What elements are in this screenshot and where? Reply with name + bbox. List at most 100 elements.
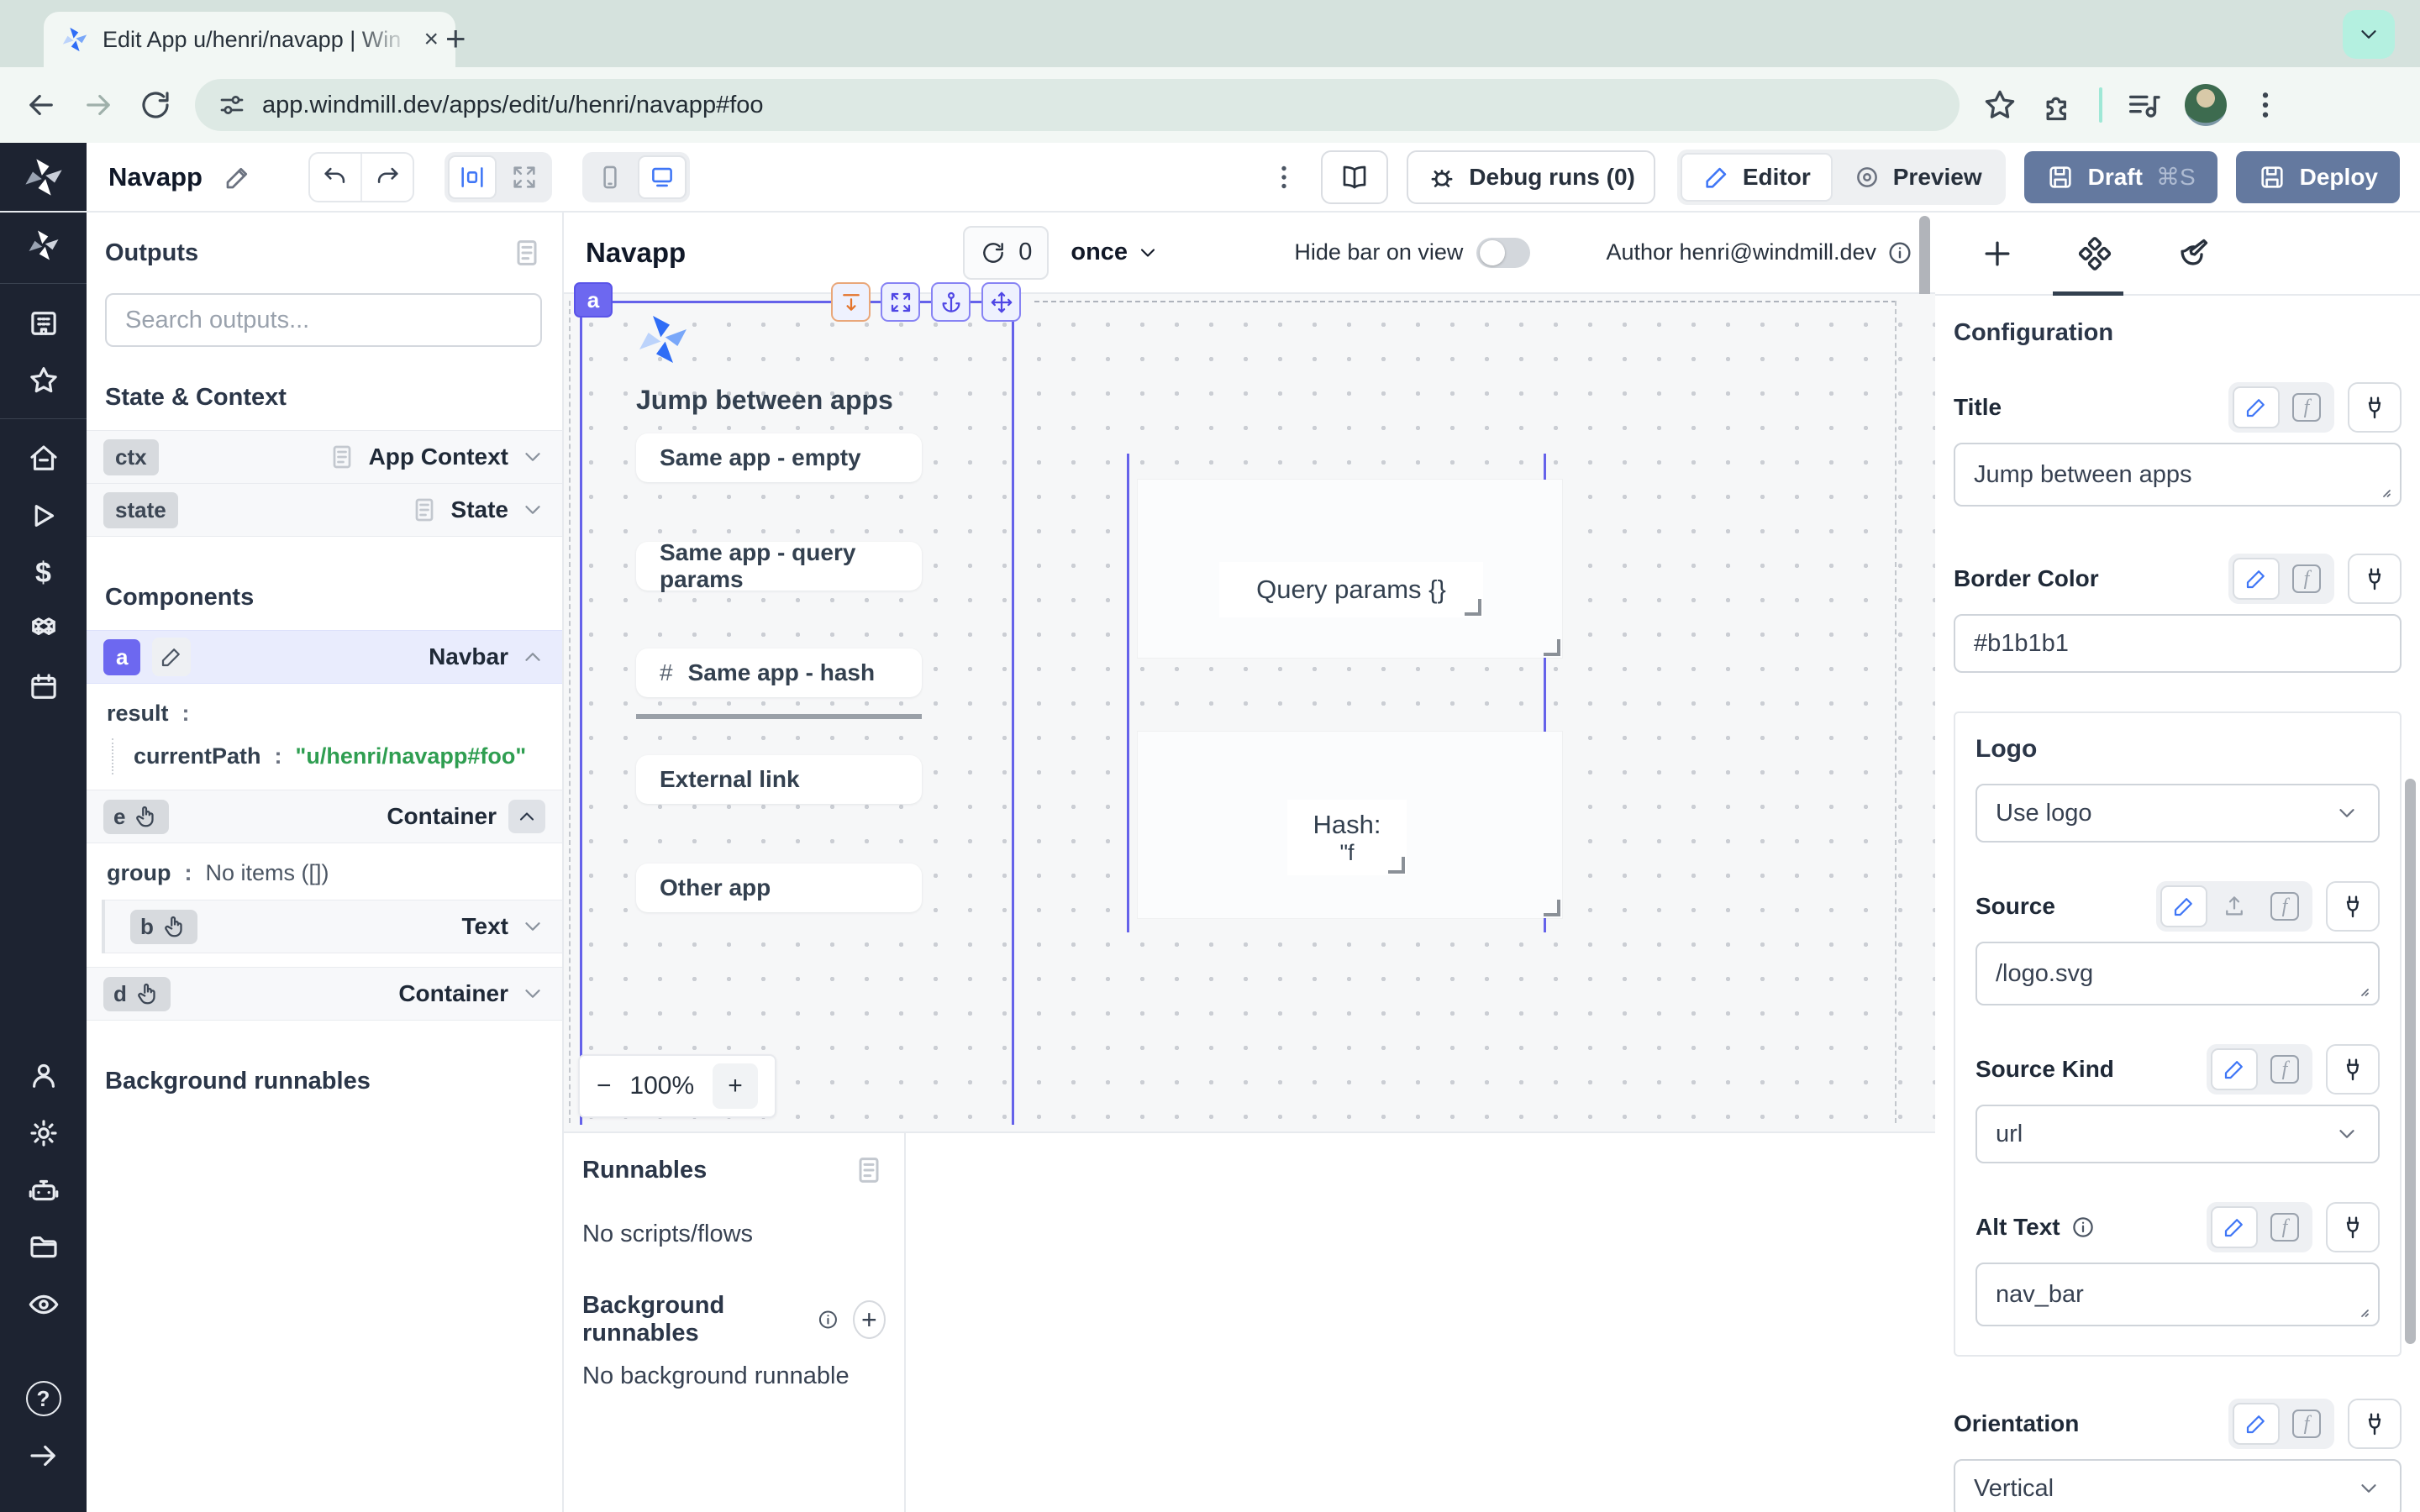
fx-button[interactable]: f (2283, 558, 2330, 600)
component-d-badge[interactable]: d (103, 977, 171, 1011)
users-person-icon[interactable] (26, 1058, 61, 1094)
title-input[interactable]: Jump between apps (1954, 443, 2402, 507)
workers-robot-icon[interactable] (26, 1173, 61, 1208)
container-d[interactable]: Hash: "f (1138, 732, 1562, 918)
windmill-home-icon[interactable] (26, 228, 61, 263)
chevron-down-icon[interactable] (520, 914, 545, 939)
undo-button[interactable] (310, 154, 360, 201)
styling-tab[interactable] (2174, 235, 2211, 272)
resize-handle[interactable] (1544, 900, 1560, 916)
docs-button[interactable] (1321, 150, 1388, 204)
source-input[interactable]: /logo.svg (1975, 942, 2380, 1005)
apps-building-icon[interactable] (26, 306, 61, 341)
upload-button[interactable] (2211, 885, 2258, 927)
nav-link-empty[interactable]: Same app - empty (636, 433, 922, 482)
bookmark-star-icon[interactable] (1981, 87, 2018, 123)
back-icon[interactable] (24, 87, 59, 123)
edit-id-pencil-icon[interactable] (152, 638, 191, 676)
component-e-badge[interactable]: e (103, 800, 169, 834)
refresh-counter[interactable]: 0 (963, 226, 1049, 280)
help-icon[interactable]: ? (26, 1381, 61, 1416)
mobile-view-button[interactable] (586, 155, 634, 199)
favorites-star-icon[interactable] (26, 363, 61, 398)
zoom-in-button[interactable]: + (713, 1063, 758, 1109)
avatar[interactable] (2185, 84, 2227, 126)
current-path-row[interactable]: currentPath : "u/henri/navapp#foo" (134, 743, 542, 769)
nav-link-external[interactable]: External link (636, 755, 922, 804)
component-b-badge[interactable]: b (130, 910, 197, 944)
centered-layout-button[interactable] (448, 155, 497, 199)
settings-tab[interactable] (2076, 235, 2113, 272)
static-pencil-button[interactable] (2211, 1048, 2258, 1090)
chevron-up-icon[interactable] (520, 644, 545, 669)
fx-button[interactable]: f (2283, 386, 2330, 428)
alt-text-input[interactable]: nav_bar (1975, 1263, 2380, 1326)
expand-down-button[interactable] (831, 282, 871, 322)
audit-eye-icon[interactable] (26, 1287, 61, 1322)
fx-button[interactable]: f (2261, 1048, 2308, 1090)
schedules-calendar-icon[interactable] (26, 669, 61, 705)
fx-button[interactable]: f (2261, 885, 2308, 927)
browser-tab[interactable]: Edit App u/henri/navapp | Win × (44, 12, 455, 67)
resize-handle[interactable] (1388, 857, 1405, 874)
editor-tab[interactable]: Editor (1681, 153, 1833, 202)
site-settings-icon[interactable] (217, 90, 247, 120)
move-button[interactable] (981, 282, 1021, 322)
selected-component-badge[interactable]: a (574, 282, 613, 318)
home-icon[interactable] (26, 441, 61, 476)
chevron-down-icon[interactable] (520, 497, 545, 522)
result-row[interactable]: result : (107, 701, 542, 727)
border-color-input[interactable]: #b1b1b1 (1954, 614, 2402, 673)
expand-component-button[interactable] (881, 282, 920, 322)
chevron-down-icon[interactable] (520, 981, 545, 1006)
hash-text[interactable]: Hash: "f (1287, 800, 1407, 875)
component-row-container-d[interactable]: d Container (87, 967, 562, 1021)
static-pencil-button[interactable] (2160, 885, 2207, 927)
group-row[interactable]: group : No items ([]) (107, 860, 542, 886)
insert-component-tab[interactable] (1979, 235, 2016, 272)
textarea-resize-icon[interactable] (2351, 1299, 2371, 1320)
connect-plug-button[interactable] (2348, 382, 2402, 433)
fx-button[interactable]: f (2283, 1403, 2330, 1445)
full-width-button[interactable] (500, 155, 549, 199)
folders-icon[interactable] (26, 1230, 61, 1265)
doc-panel-icon[interactable] (852, 1153, 886, 1187)
nav-link-query-params[interactable]: Same app - query params (636, 542, 922, 591)
rename-pencil-icon[interactable] (223, 162, 253, 192)
deploy-button[interactable]: Deploy (2236, 151, 2400, 203)
component-row-container-e[interactable]: e Container (87, 790, 562, 843)
reload-icon[interactable] (138, 87, 173, 123)
windmill-logo[interactable] (0, 143, 87, 211)
runs-play-icon[interactable] (26, 498, 61, 533)
hide-bar-toggle[interactable] (1476, 238, 1530, 268)
component-row-text-b[interactable]: b Text (105, 900, 562, 953)
app-canvas[interactable]: a Jump between apps Same app - empty Sam… (564, 294, 1935, 1131)
resize-handle[interactable] (1465, 599, 1481, 616)
media-controls-icon[interactable] (2124, 86, 2163, 124)
component-row-navbar[interactable]: a Navbar (87, 630, 562, 684)
refresh-mode-select[interactable]: once (1071, 239, 1160, 266)
forward-icon[interactable] (81, 87, 116, 123)
connect-plug-button[interactable] (2348, 1399, 2402, 1449)
doc-icon[interactable] (327, 442, 357, 472)
info-icon[interactable] (1886, 239, 1913, 266)
tab-close-icon[interactable]: × (424, 27, 439, 52)
fx-button[interactable]: f (2261, 1206, 2308, 1248)
textarea-resize-icon[interactable] (2351, 979, 2371, 999)
search-input[interactable] (105, 293, 542, 347)
static-pencil-button[interactable] (2211, 1206, 2258, 1248)
container-e[interactable]: Query params {} (1138, 480, 1562, 658)
connect-plug-button[interactable] (2348, 554, 2402, 604)
debug-runs-button[interactable]: Debug runs (0) (1407, 150, 1655, 204)
static-pencil-button[interactable] (2233, 1403, 2280, 1445)
extensions-puzzle-icon[interactable] (2040, 87, 2077, 123)
config-scrollbar[interactable] (2405, 779, 2416, 1344)
nav-link-hash[interactable]: # Same app - hash (636, 648, 922, 697)
collapse-arrow-icon[interactable] (26, 1438, 61, 1473)
anchor-button[interactable] (931, 282, 971, 322)
static-pencil-button[interactable] (2233, 558, 2280, 600)
settings-gear-icon[interactable] (26, 1116, 61, 1151)
info-icon[interactable] (817, 1306, 839, 1333)
desktop-view-button[interactable] (638, 155, 687, 199)
add-background-runnable-button[interactable]: + (853, 1300, 886, 1339)
